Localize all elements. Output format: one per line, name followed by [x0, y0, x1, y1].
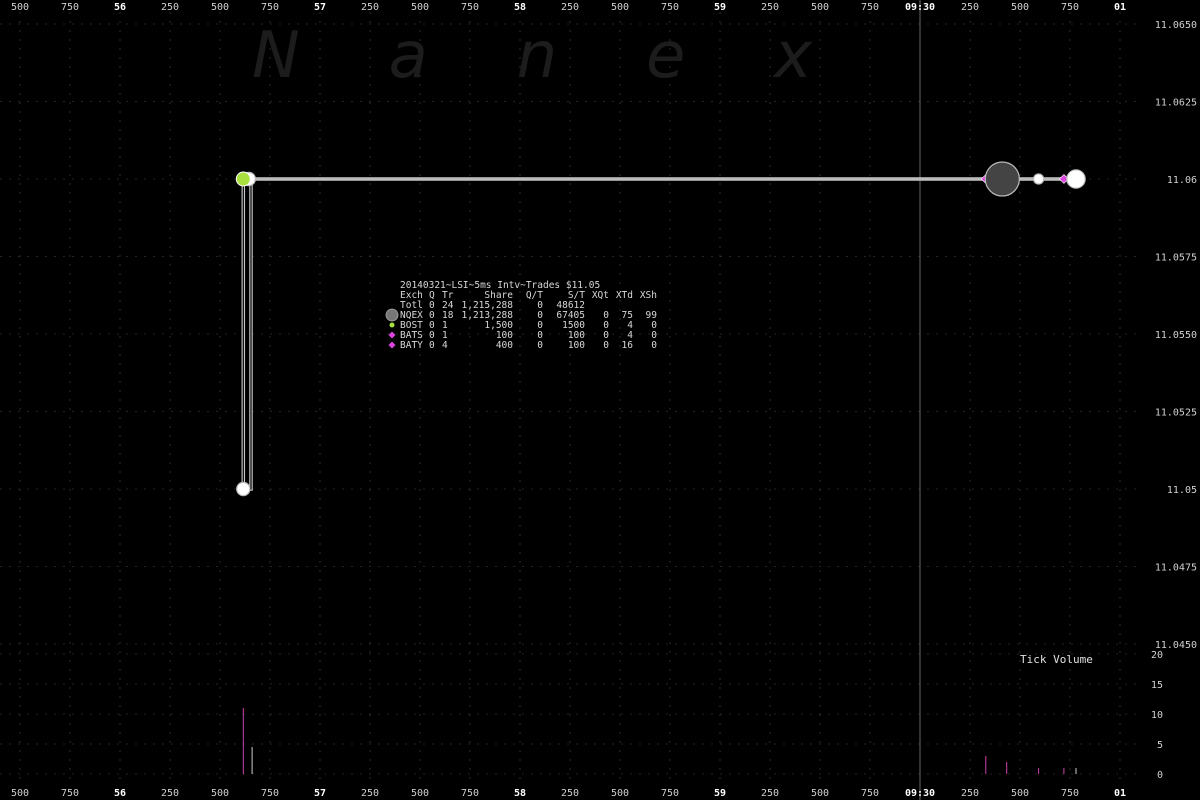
time-tick-label: 58	[514, 788, 526, 799]
legend-cell: 100	[568, 340, 585, 351]
trade-marker-nqex	[1032, 173, 1045, 185]
legend-cell: 16	[622, 340, 634, 351]
nanex-watermark: N a n e x	[252, 19, 813, 93]
volume-tick-label: 15	[1151, 680, 1163, 691]
time-tick-label: 250	[161, 788, 179, 799]
time-tick-label: 250	[761, 788, 779, 799]
time-tick-label: 750	[61, 788, 79, 799]
time-tick-label: 500	[211, 2, 229, 13]
time-tick-label: 56	[114, 2, 126, 13]
time-tick-label: 750	[1061, 788, 1079, 799]
time-tick-label: 500	[611, 788, 629, 799]
time-tick-label: 500	[411, 2, 429, 13]
volume-tick-label: 10	[1151, 710, 1163, 721]
legend-cell: 0	[429, 340, 435, 351]
time-tick-label: 500	[11, 2, 29, 13]
time-tick-label: 750	[861, 788, 879, 799]
time-tick-label: 250	[961, 2, 979, 13]
legend-cell: 0	[651, 340, 657, 351]
price-axis: 11.065011.062511.0611.057511.055011.0525…	[1151, 20, 1197, 781]
time-tick-label: 500	[11, 788, 29, 799]
time-tick-label: 750	[61, 2, 79, 13]
trade-marker-bost	[235, 171, 251, 187]
trade-marker-nqex	[236, 481, 251, 497]
price-tick-label: 11.0650	[1155, 20, 1197, 31]
time-tick-label: 250	[161, 2, 179, 13]
legend-cell: 0	[603, 340, 609, 351]
time-tick-label: 750	[661, 2, 679, 13]
time-tick-label: 500	[611, 2, 629, 13]
legend-cell: BATY	[400, 340, 423, 351]
legend-header-cell: XSh	[640, 290, 657, 301]
legend-header-cell: XTd	[616, 290, 633, 301]
legend-cell: 0	[537, 340, 543, 351]
time-axis-top: 500 750 56 250 500 750 57 250 500 750 58 250 500 750 5…	[11, 2, 1126, 13]
time-tick-label: 09:30	[905, 788, 935, 799]
legend-marker-nqex	[385, 308, 399, 322]
time-tick-label: 500	[811, 2, 829, 13]
grid-lines	[0, 12, 1140, 780]
tick-volume-panel	[242, 708, 1077, 774]
time-tick-label: 250	[561, 788, 579, 799]
price-tick-label: 11.0525	[1155, 408, 1197, 419]
volume-tick-label: 0	[1157, 770, 1163, 781]
time-tick-label: 250	[361, 788, 379, 799]
time-tick-label: 750	[261, 2, 279, 13]
time-tick-label: 250	[361, 2, 379, 13]
time-tick-label: 250	[961, 788, 979, 799]
exchange-legend: 20140321~LSI~5ms Intv~Trades $11.05 Exch…	[385, 280, 657, 351]
time-tick-label: 750	[661, 788, 679, 799]
price-line-inner	[242, 178, 1076, 490]
price-tick-label: 11.06	[1167, 175, 1197, 186]
trade-markers	[235, 161, 1086, 497]
time-axis-bottom: 500 750 56 250 500 750 57 250 500 750 58 250 500 750 5…	[11, 788, 1126, 799]
time-tick-label: 59	[714, 2, 726, 13]
price-tick-label: 11.0550	[1155, 330, 1197, 341]
time-tick-label: 750	[461, 788, 479, 799]
time-tick-label: 57	[314, 2, 326, 13]
time-tick-label: 250	[761, 2, 779, 13]
legend-cell: 4	[442, 340, 448, 351]
legend-cell: 400	[496, 340, 513, 351]
volume-tick-label: 5	[1157, 740, 1163, 751]
time-tick-label: 58	[514, 2, 526, 13]
time-tick-label: 250	[561, 2, 579, 13]
price-tick-label: 11.0475	[1155, 563, 1197, 574]
trade-chart: N a n e x 11.0650 11.0625 11.06 11.0575 11.0…	[0, 0, 1197, 800]
time-tick-label: 500	[811, 788, 829, 799]
trade-marker-nqex	[984, 161, 1020, 197]
time-tick-label: 09:30	[905, 2, 935, 13]
time-tick-label: 500	[1011, 2, 1029, 13]
time-tick-label: 750	[261, 788, 279, 799]
tick-volume-label: Tick Volume	[1020, 653, 1093, 666]
time-tick-label: 57	[314, 788, 326, 799]
time-tick-label: 500	[211, 788, 229, 799]
price-path	[241, 177, 1076, 491]
legend-header-cell: XQt	[592, 290, 609, 301]
legend-marker-bats	[388, 331, 396, 339]
legend-marker-bats	[388, 341, 396, 349]
time-tick-label: 500	[1011, 788, 1029, 799]
legend-marker-bost	[389, 322, 395, 328]
price-tick-label: 11.0625	[1155, 98, 1197, 109]
time-tick-label: 01	[1114, 788, 1126, 799]
time-tick-label: 59	[714, 788, 726, 799]
trade-marker-nqex	[1066, 169, 1086, 189]
time-tick-label: 500	[411, 788, 429, 799]
time-tick-label: 01	[1114, 2, 1126, 13]
price-tick-label: 11.05	[1167, 485, 1197, 496]
time-tick-label: 750	[1061, 2, 1079, 13]
time-tick-label: 750	[861, 2, 879, 13]
price-line-outer	[241, 177, 1076, 491]
price-tick-label: 11.0575	[1155, 253, 1197, 264]
time-tick-label: 56	[114, 788, 126, 799]
time-tick-label: 750	[461, 2, 479, 13]
volume-tick-label: 20	[1151, 650, 1163, 661]
